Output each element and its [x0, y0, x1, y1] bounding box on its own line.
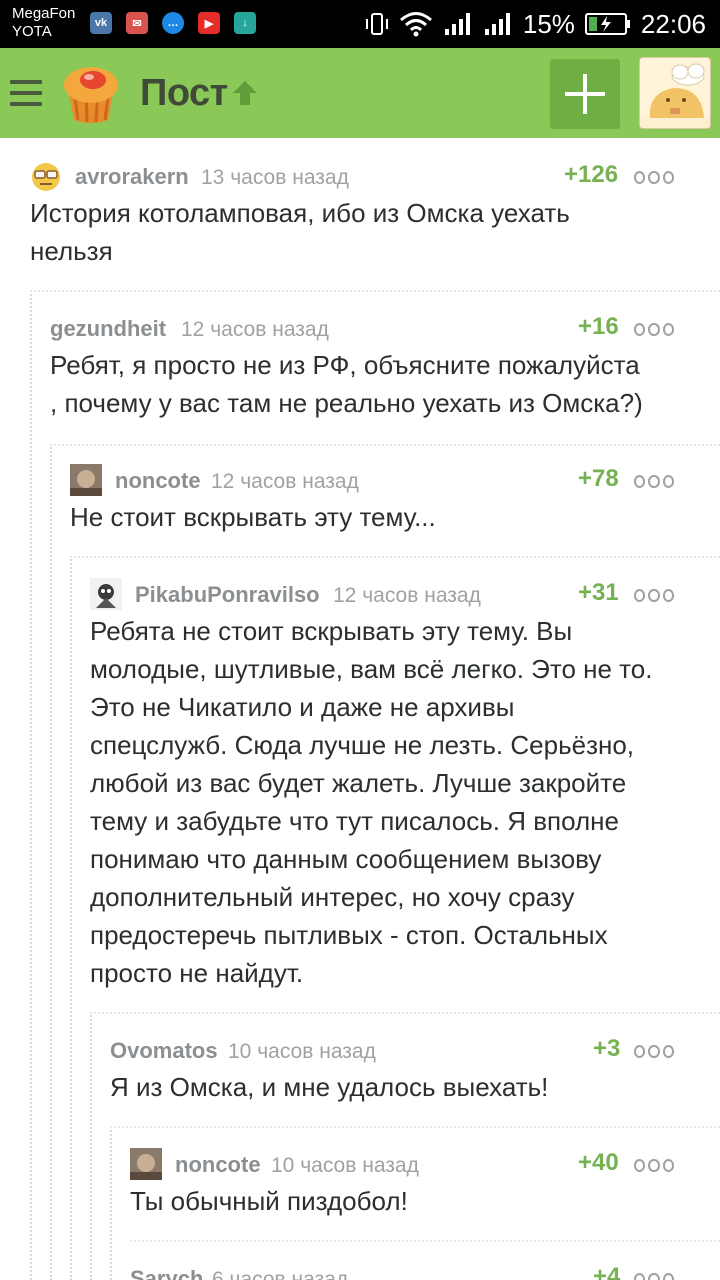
carrier-megafon: MegaFon [12, 5, 76, 22]
notification-icons: vk ✉ … ▶ ↓ [90, 12, 256, 34]
clock: 22:06 [640, 8, 706, 39]
comment-rating: +4 [593, 1263, 621, 1280]
comment-header: PikabuPonravilso 12 часов назад +31 [90, 578, 690, 610]
youtube-icon: ▶ [198, 12, 220, 34]
comment-text: Ребята не стоит вскрывать эту тему. Вы м… [90, 616, 653, 988]
comment-header: noncote 12 часов назад +78 [70, 464, 680, 496]
comment-text: Ты обычный пиздобол! [130, 1186, 408, 1216]
status-bar: MegaFon YOTA vk ✉ … ▶ ↓ 15% 22:06 [0, 0, 720, 48]
comment-header: Ovomatos 10 часов назад +3 [110, 1034, 680, 1066]
thread-separator [50, 444, 720, 446]
signal-icon-2 [484, 13, 510, 35]
avatar[interactable] [90, 578, 122, 610]
user-avatar[interactable] [639, 57, 711, 129]
comment-header: gezundheit 12 часов назад +16 [50, 312, 680, 344]
carrier-names: MegaFon YOTA [12, 5, 75, 41]
messenger-icon: … [162, 12, 184, 34]
comment-time: 6 часов назад [212, 1268, 349, 1280]
comment-time: 12 часов назад [211, 470, 359, 493]
more-options-icon[interactable] [634, 475, 674, 489]
battery-icon [584, 13, 630, 35]
avatar[interactable] [130, 1148, 162, 1180]
comment-time: 10 часов назад [228, 1040, 376, 1063]
comment: PikabuPonravilso 12 часов назад +31 Ребя… [90, 578, 690, 998]
carrier-yota: YOTA [12, 23, 52, 40]
comment: avrorakern 13 часов назад +126 История к… [30, 160, 680, 280]
thread-separator [110, 1126, 720, 1128]
thread-line [90, 1012, 92, 1280]
mail-icon: ✉ [126, 12, 148, 34]
comment-author[interactable]: avrorakern [75, 164, 189, 190]
add-post-button[interactable] [550, 59, 620, 129]
comment-text: Не стоит вскрывать эту тему... [70, 502, 436, 532]
signal-icon-1 [444, 13, 470, 35]
comment-header: Sarych 6 часов назад +4 [130, 1262, 680, 1280]
comment: noncote 12 часов назад +78 Не стоит вскр… [70, 464, 680, 544]
page-title: Пост [140, 72, 228, 114]
avatar[interactable] [30, 160, 62, 192]
pikabu-logo-icon[interactable] [56, 58, 126, 128]
comment-header: noncote 10 часов назад +40 [130, 1148, 680, 1180]
comment-rating: +31 [578, 579, 619, 606]
comment-author[interactable]: noncote [175, 1152, 261, 1178]
vibrate-icon [365, 13, 388, 35]
more-options-icon[interactable] [634, 1159, 674, 1173]
thread-line [70, 556, 72, 1280]
arrow-up-icon[interactable] [230, 78, 260, 108]
download-icon: ↓ [234, 12, 256, 34]
avatar[interactable] [70, 464, 102, 496]
comment-time: 12 часов назад [333, 584, 481, 607]
comment-text: Я из Омска, и мне удалось выехать! [110, 1072, 549, 1102]
more-options-icon[interactable] [634, 1045, 674, 1059]
chef-avatar-icon [640, 58, 710, 128]
comment-rating: +40 [578, 1149, 619, 1176]
more-options-icon[interactable] [634, 323, 674, 337]
app-header: Пост [0, 48, 720, 138]
more-options-icon[interactable] [634, 589, 674, 603]
hamburger-menu-icon[interactable] [10, 80, 42, 106]
comment-author[interactable]: noncote [115, 468, 201, 494]
more-options-icon[interactable] [634, 1273, 674, 1280]
thread-line [30, 290, 32, 1280]
comment: gezundheit 12 часов назад +16 Ребят, я п… [50, 312, 680, 432]
vk-icon: vk [90, 12, 112, 34]
status-right: 15% 22:06 [365, 0, 706, 48]
comment-author[interactable]: Sarych [130, 1266, 203, 1280]
thread-line [110, 1126, 112, 1280]
comment-rating: +3 [593, 1035, 621, 1062]
comment-author[interactable]: Ovomatos [110, 1038, 218, 1064]
comment-rating: +16 [578, 313, 619, 340]
comment-time: 10 часов назад [271, 1154, 419, 1177]
more-options-icon[interactable] [634, 171, 674, 185]
comment-text: Ребят, я просто не из РФ, объясните пожа… [50, 350, 643, 418]
comment-header: avrorakern 13 часов назад +126 [30, 160, 680, 192]
comment-time: 13 часов назад [201, 166, 349, 189]
thread-separator [70, 556, 720, 558]
comment-text: История котоламповая, ибо из Омска уехат… [30, 198, 570, 266]
thread-line [50, 444, 52, 1280]
comment-rating: +78 [578, 465, 619, 492]
thread-separator [30, 290, 720, 292]
battery-percent: 15% [522, 8, 575, 39]
thread-separator [90, 1012, 720, 1014]
comment-author[interactable]: gezundheit [50, 316, 166, 342]
thread-separator [130, 1240, 720, 1242]
comment-time: 12 часов назад [181, 318, 329, 341]
wifi-icon [399, 12, 432, 37]
comment: noncote 10 часов назад +40 Ты обычный пи… [130, 1148, 680, 1228]
comment: Sarych 6 часов назад +4 [130, 1262, 680, 1280]
comment-rating: +126 [564, 161, 619, 188]
comment: Ovomatos 10 часов назад +3 Я из Омска, и… [110, 1034, 680, 1114]
comment-author[interactable]: PikabuPonravilso [135, 582, 320, 608]
